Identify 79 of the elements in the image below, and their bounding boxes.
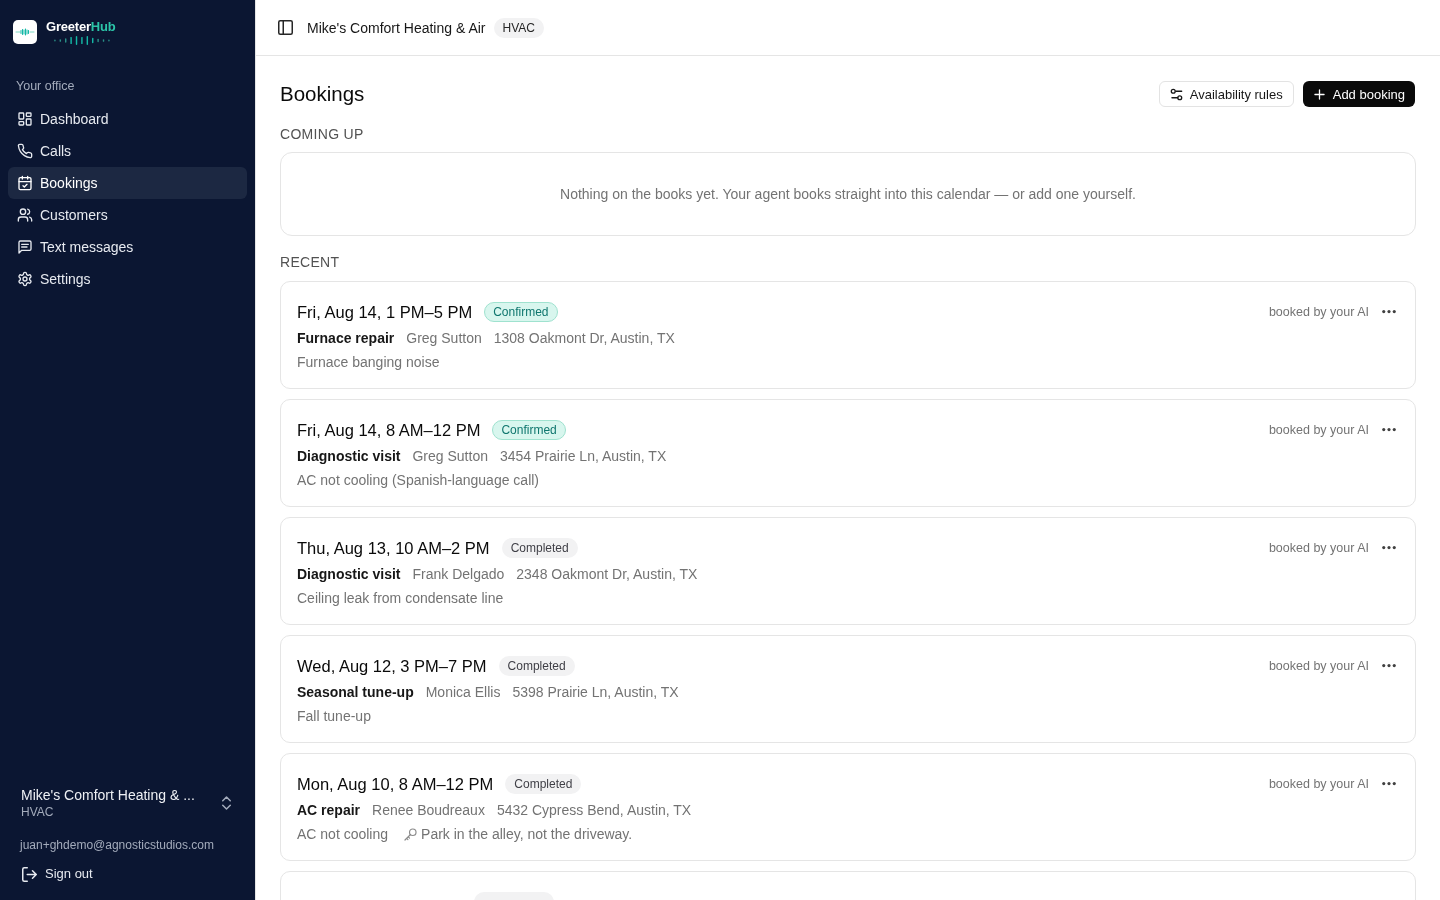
sidebar-toggle-button[interactable] bbox=[278, 20, 293, 35]
status-badge: Completed bbox=[498, 656, 575, 676]
customer-name: Greg Sutton bbox=[412, 448, 488, 464]
nav-item[interactable]: Text messages bbox=[8, 231, 247, 263]
account-email: juan+ghdemo@agnosticstudios.com bbox=[18, 837, 214, 853]
booking-time: Wed, Aug 12, 3 PM–7 PM bbox=[297, 656, 487, 676]
service-name: Diagnostic visit bbox=[297, 566, 401, 582]
status-badge: Confirmed bbox=[492, 420, 566, 440]
booking-time: Thu, Aug 13, 10 AM–2 PM bbox=[297, 538, 490, 558]
panel-icon bbox=[278, 20, 293, 35]
booking-note: Ceiling leak from condensate line bbox=[297, 590, 504, 606]
sliders-icon bbox=[1169, 87, 1183, 101]
add-booking-button[interactable]: Add booking bbox=[1302, 81, 1415, 107]
ellipsis-icon bbox=[1382, 664, 1396, 668]
ellipsis-icon bbox=[1382, 310, 1396, 314]
service-name: AC repair bbox=[297, 802, 361, 818]
nav-item[interactable]: Dashboard bbox=[8, 103, 247, 135]
log-out-icon bbox=[22, 866, 37, 882]
booking-note: Furnace banging noise bbox=[297, 354, 440, 370]
booking-time: Fri, Aug 14, 8 AM–12 PM bbox=[297, 420, 481, 440]
plus-icon bbox=[1312, 87, 1326, 101]
address: 5432 Cypress Bend, Austin, TX bbox=[496, 802, 692, 818]
customer-name: Frank Delgado bbox=[412, 566, 505, 582]
status-badge: Completed bbox=[505, 774, 582, 794]
status-badge: Confirmed bbox=[484, 302, 558, 322]
sign-out-button[interactable]: Sign out bbox=[22, 865, 93, 883]
chevrons-up-down-icon bbox=[222, 796, 231, 810]
booking-card[interactable]: Fri, Aug 14, 1 PM–5 PM Confirmed Furnace repair Greg Sutton 1308 Oakmont Dr, Austin, TX Furnace banging noise booked by your AI bbox=[280, 281, 1416, 389]
calendar-icon bbox=[17, 175, 33, 191]
address: 5398 Prairie Ln, Austin, TX bbox=[512, 684, 679, 700]
section-heading: RECENT bbox=[280, 254, 341, 270]
booking-card[interactable]: Mon, Aug 10, 8 AM–12 PM Completed AC repair Renee Boudreaux 5432 Cypress Bend, Austin, TX AC not cooling Park in the alley, not the driveway. booked by your AI bbox=[280, 753, 1416, 861]
availability-rules-button[interactable]: Availability rules bbox=[1158, 81, 1294, 107]
booking-note: AC not cooling bbox=[297, 826, 389, 842]
booking-source: booked by your AI bbox=[1268, 659, 1369, 673]
customer-name: Renee Boudreaux bbox=[372, 802, 485, 818]
business-name: Mike's Comfort Heating & Air bbox=[307, 19, 486, 36]
ellipsis-icon bbox=[1382, 782, 1396, 786]
logo-wordmark: GreeterHub bbox=[46, 19, 117, 34]
section-heading: COMING UP bbox=[280, 126, 365, 142]
booking-time: Mon, Aug 10, 8 AM–12 PM bbox=[297, 774, 494, 794]
nav-item[interactable]: Bookings bbox=[8, 167, 247, 199]
settings-icon bbox=[17, 271, 33, 287]
empty-state-message: Nothing on the books yet. Your agent books straight into this calendar — or add one yourself. bbox=[560, 186, 1136, 202]
users-icon bbox=[17, 207, 33, 223]
section-label: Your office bbox=[15, 78, 76, 94]
access-note: Park in the alley, not the driveway. bbox=[421, 826, 633, 842]
booking-note: Fall tune-up bbox=[297, 708, 371, 724]
nav-item[interactable]: Calls bbox=[8, 135, 247, 167]
key-icon bbox=[404, 827, 418, 841]
logo-icon bbox=[13, 20, 37, 44]
grid-icon bbox=[17, 111, 33, 127]
nav-item[interactable]: Settings bbox=[8, 263, 247, 295]
ellipsis-icon bbox=[1382, 546, 1396, 550]
booking-source: booked by your AI bbox=[1268, 777, 1369, 791]
booking-card[interactable]: Fri, Aug 14, 8 AM–12 PM Confirmed Diagnostic visit Greg Sutton 3454 Prairie Ln, Austin, TX AC not cooling (Spanish-language call) booked by your AI bbox=[280, 399, 1416, 507]
customer-name: Greg Sutton bbox=[406, 330, 482, 346]
business-switcher[interactable]: Mike's Comfort Heating & ... HVAC bbox=[8, 780, 247, 826]
chat-icon bbox=[17, 239, 33, 255]
booking-card[interactable]: Thu, Aug 13, 10 AM–2 PM Completed Diagnostic visit Frank Delgado 2348 Oakmont Dr, Austin, TX Ceiling leak from condensate line booked by your AI bbox=[280, 517, 1416, 625]
booking-source: booked by your AI bbox=[1268, 423, 1369, 437]
status-badge: Completed bbox=[501, 538, 578, 558]
page-title: Bookings bbox=[280, 82, 365, 106]
customer-name: Monica Ellis bbox=[425, 684, 501, 700]
booking-source: booked by your AI bbox=[1268, 541, 1369, 555]
booking-card[interactable]: Wed, Aug 12, 3 PM–7 PM Completed Seasonal tune-up Monica Ellis 5398 Prairie Ln, Austin, TX Fall tune-up booked by your AI bbox=[280, 635, 1416, 743]
address: 1308 Oakmont Dr, Austin, TX bbox=[493, 330, 675, 346]
address: 3454 Prairie Ln, Austin, TX bbox=[499, 448, 667, 464]
category-badge: HVAC bbox=[493, 17, 544, 38]
booking-source: booked by your AI bbox=[1268, 305, 1369, 319]
ellipsis-icon bbox=[1382, 428, 1396, 432]
booking-note: AC not cooling (Spanish-language call) bbox=[297, 472, 540, 488]
address: 2348 Oakmont Dr, Austin, TX bbox=[516, 566, 698, 582]
booking-time: Fri, Aug 14, 1 PM–5 PM bbox=[297, 302, 473, 322]
nav-item[interactable]: Customers bbox=[8, 199, 247, 231]
service-name: Seasonal tune-up bbox=[297, 684, 414, 700]
service-name: Diagnostic visit bbox=[297, 448, 401, 464]
phone-icon bbox=[17, 143, 33, 159]
service-name: Furnace repair bbox=[297, 330, 395, 346]
